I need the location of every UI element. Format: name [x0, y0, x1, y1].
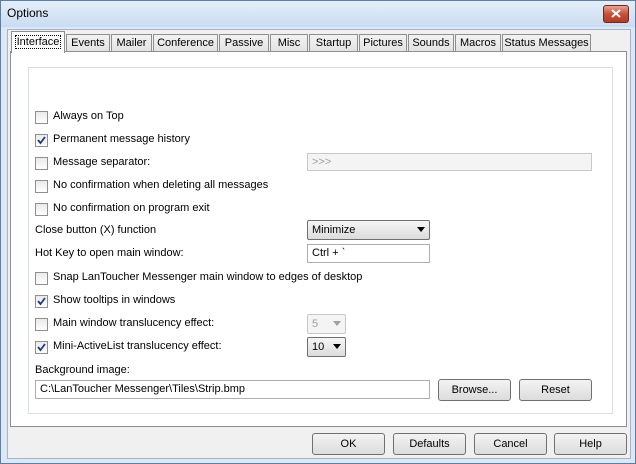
chevron-down-icon — [417, 227, 425, 232]
mini-translucency-checkbox[interactable] — [35, 341, 48, 354]
tab-events[interactable]: Events — [66, 34, 110, 51]
close-icon — [611, 9, 621, 18]
mini-translucency-select[interactable]: 10 — [307, 337, 346, 357]
chevron-down-icon — [333, 321, 341, 326]
tab-interface[interactable]: Interface — [11, 31, 65, 53]
message-separator-checkbox[interactable] — [35, 157, 48, 170]
tab-mailer[interactable]: Mailer — [111, 34, 152, 51]
interface-panel: Always on Top Permanent message history … — [10, 51, 627, 427]
dialog-body: Interface Events Mailer Conference Passi… — [7, 29, 631, 459]
checkmark-icon — [37, 136, 46, 145]
background-image-input[interactable]: C:\LanToucher Messenger\Tiles\Strip.bmp — [35, 380, 430, 399]
snap-label: Snap LanToucher Messenger main window to… — [53, 271, 363, 283]
tab-pictures[interactable]: Pictures — [359, 34, 407, 51]
checkmark-icon — [37, 297, 46, 306]
options-window: Options Interface Events Mailer Conferen… — [0, 0, 636, 464]
main-translucency-checkbox[interactable] — [35, 318, 48, 331]
help-button[interactable]: Help — [554, 433, 627, 455]
reset-button[interactable]: Reset — [519, 379, 592, 401]
mini-translucency-label: Mini-ActiveList translucency effect: — [53, 340, 222, 352]
tab-label: Interface — [14, 35, 62, 49]
title-bar[interactable]: Options — [1, 1, 635, 27]
tab-startup[interactable]: Startup — [309, 34, 358, 51]
close-button-function-label: Close button (X) function — [35, 224, 157, 236]
checkmark-icon — [37, 343, 46, 352]
tab-passive[interactable]: Passive — [219, 34, 269, 51]
tab-misc[interactable]: Misc — [270, 34, 308, 51]
hotkey-input[interactable]: Ctrl + ` — [307, 244, 430, 263]
no-confirm-exit-label: No confirmation on program exit — [53, 202, 210, 214]
window-title: Options — [7, 6, 49, 20]
tab-conference[interactable]: Conference — [153, 34, 218, 51]
hotkey-label: Hot Key to open main window: — [35, 247, 184, 259]
cancel-button[interactable]: Cancel — [474, 433, 547, 455]
permanent-history-checkbox[interactable] — [35, 134, 48, 147]
always-on-top-checkbox[interactable] — [35, 111, 48, 124]
main-translucency-value: 5 — [312, 318, 319, 330]
defaults-button[interactable]: Defaults — [393, 433, 466, 455]
permanent-history-label: Permanent message history — [53, 133, 190, 145]
message-separator-label: Message separator: — [53, 156, 151, 168]
tab-status-messages[interactable]: Status Messages — [502, 34, 591, 51]
main-translucency-label: Main window translucency effect: — [53, 317, 215, 329]
browse-button[interactable]: Browse... — [438, 379, 511, 401]
no-confirm-exit-checkbox[interactable] — [35, 203, 48, 216]
tab-sounds[interactable]: Sounds — [408, 34, 454, 51]
tab-macros[interactable]: Macros — [455, 34, 501, 51]
close-button-function-select[interactable]: Minimize — [307, 220, 430, 240]
mini-translucency-value: 10 — [312, 341, 325, 353]
always-on-top-label: Always on Top — [53, 110, 124, 122]
no-confirm-delete-checkbox[interactable] — [35, 180, 48, 193]
close-button-function-value: Minimize — [312, 224, 356, 236]
main-translucency-select[interactable]: 5 — [307, 314, 346, 334]
chevron-down-icon — [333, 344, 341, 349]
background-image-label: Background image: — [35, 364, 130, 376]
tooltips-label: Show tooltips in windows — [53, 294, 176, 306]
message-separator-input[interactable]: >>> — [307, 153, 592, 171]
snap-checkbox[interactable] — [35, 272, 48, 285]
tooltips-checkbox[interactable] — [35, 295, 48, 308]
no-confirm-delete-label: No confirmation when deleting all messag… — [53, 179, 269, 191]
ok-button[interactable]: OK — [312, 433, 385, 455]
close-button[interactable] — [603, 5, 629, 23]
